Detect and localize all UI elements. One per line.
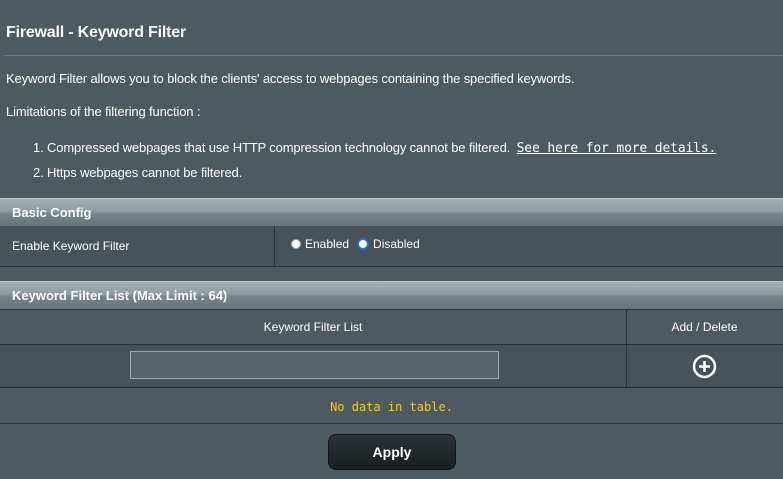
limitations-heading: Limitations of the filtering function : — [6, 104, 201, 119]
plus-circle-icon[interactable] — [692, 354, 717, 379]
limitation-text: Compressed webpages that use HTTP compre… — [47, 140, 511, 155]
enable-keyword-filter-label: Enable Keyword Filter — [12, 239, 130, 253]
keyword-filter-list-title: Keyword Filter List (Max Limit : 64) — [12, 288, 228, 303]
enable-radio-group: Enabled Disabled — [291, 237, 428, 251]
limitation-number: 2. — [33, 165, 44, 180]
apply-button[interactable]: Apply — [328, 434, 456, 470]
column-divider — [626, 345, 627, 387]
add-delete-column-header: Add / Delete — [671, 320, 738, 334]
enabled-label: Enabled — [305, 237, 350, 251]
keyword-input-row — [0, 345, 783, 388]
enabled-option[interactable]: Enabled — [291, 237, 349, 251]
limitation-item-2: 2. Https webpages cannot be filtered. — [33, 165, 242, 180]
keyword-filter-list-header: Keyword Filter List (Max Limit : 64) — [0, 281, 783, 309]
basic-config-header: Basic Config — [0, 198, 783, 226]
limitation-number: 1. — [33, 140, 44, 155]
keyword-table-header: Keyword Filter List Add / Delete — [0, 309, 783, 345]
enable-keyword-filter-row: Enable Keyword Filter Enabled Disabled — [0, 226, 783, 267]
disabled-radio[interactable] — [357, 238, 370, 250]
disabled-label: Disabled — [373, 237, 420, 251]
page-description: Keyword Filter allows you to block the c… — [6, 71, 575, 86]
empty-table-message: No data in table. — [330, 400, 453, 414]
empty-table-row: No data in table. — [0, 388, 783, 424]
limitation-item-1: 1. Compressed webpages that use HTTP com… — [33, 140, 716, 156]
page-title: Firewall - Keyword Filter — [6, 24, 186, 41]
enabled-radio[interactable] — [291, 239, 301, 249]
disabled-option[interactable]: Disabled — [357, 237, 420, 251]
more-details-link[interactable]: See here for more details. — [517, 141, 717, 156]
title-divider — [4, 55, 783, 56]
keyword-input[interactable] — [130, 351, 499, 379]
basic-config-title: Basic Config — [12, 205, 92, 220]
keyword-column-header: Keyword Filter List — [263, 320, 363, 334]
limitation-text: Https webpages cannot be filtered. — [47, 165, 243, 180]
column-divider — [274, 226, 275, 266]
